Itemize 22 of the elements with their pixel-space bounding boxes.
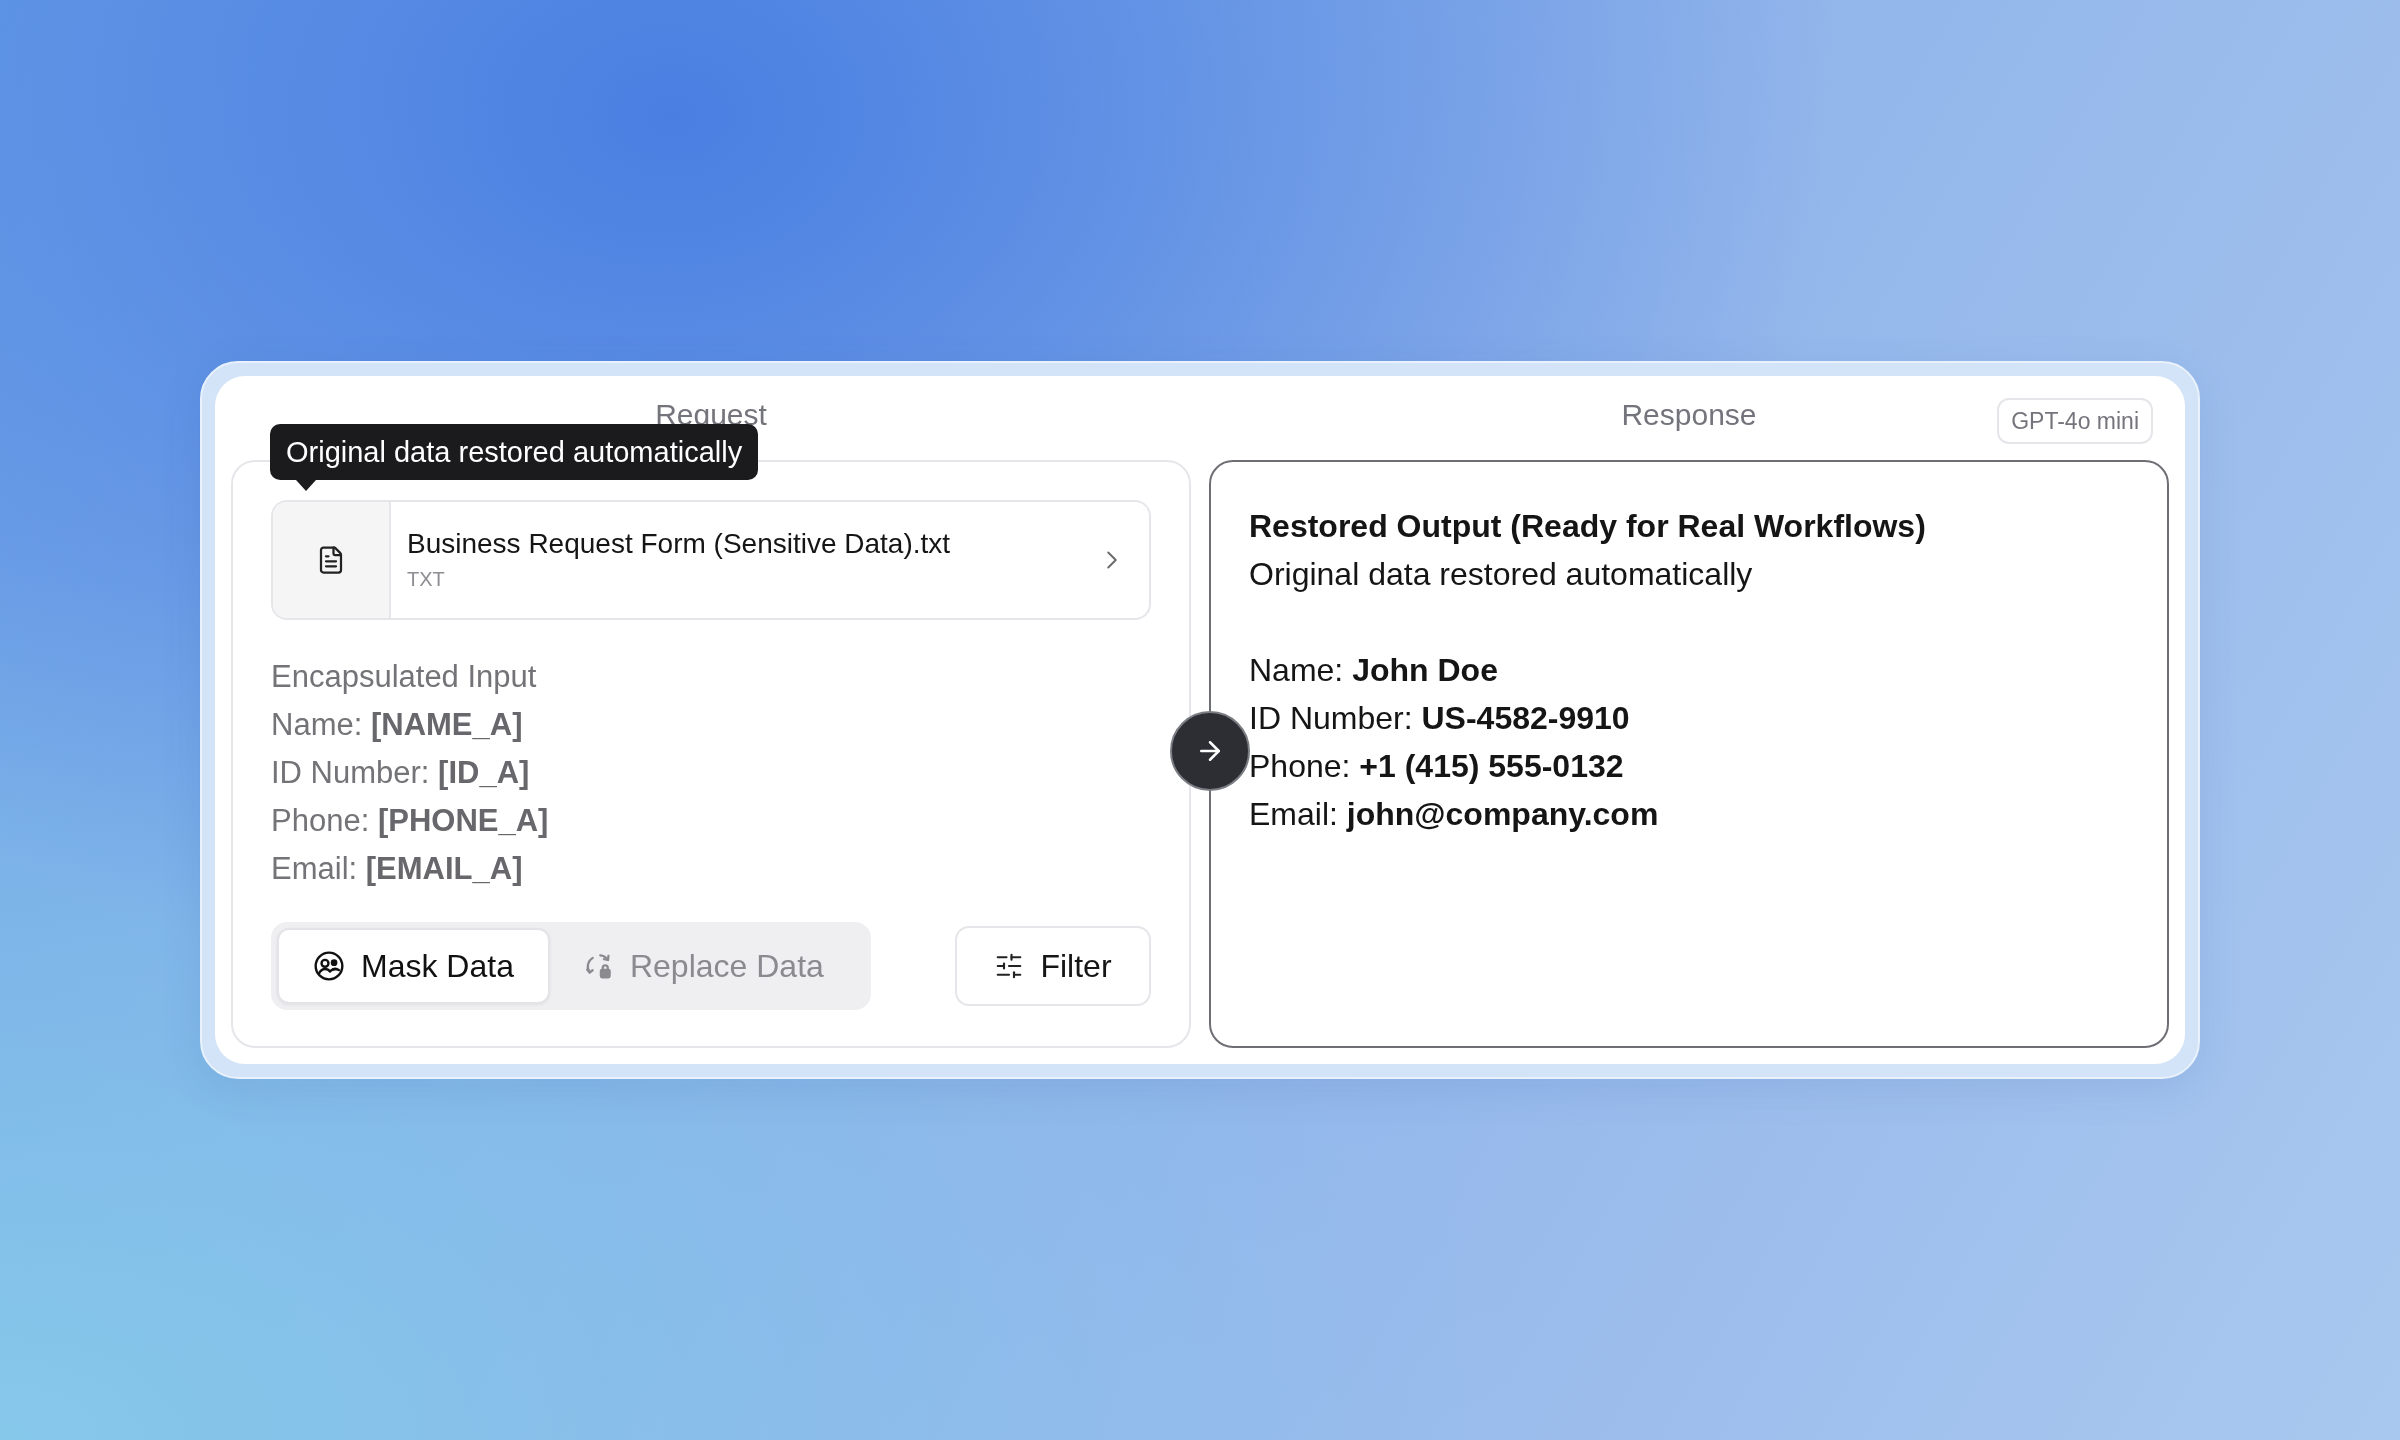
masked-field-line: Email: [EMAIL_A]	[271, 850, 524, 888]
tooltip-pointer-icon	[296, 480, 316, 491]
masked-field-line: Name: [NAME_A]	[271, 706, 524, 744]
restored-field-line: Email: john@company.com	[1249, 795, 1660, 834]
filter-button[interactable]: Filter	[955, 926, 1151, 1006]
file-attachment[interactable]: Business Request Form (Sensitive Data).txt TXT	[271, 500, 1151, 620]
input-heading: Encapsulated Input	[271, 658, 538, 696]
restored-field-line: Name: John Doe	[1249, 651, 1499, 690]
mask-face-icon	[313, 950, 345, 982]
response-heading: Restored Output (Ready for Real Workflows)	[1249, 507, 1927, 546]
file-name: Business Request Form (Sensitive Data).txt	[407, 527, 952, 561]
restored-field-line: ID Number: US-4582-9910	[1249, 699, 1631, 738]
restored-field-line: Phone: +1 (415) 555-0132	[1249, 747, 1625, 786]
response-subheading: Original data restored automatically	[1249, 555, 1754, 594]
masked-field-line: ID Number: [ID_A]	[271, 754, 531, 792]
refresh-lock-icon	[583, 951, 614, 981]
model-badge: GPT-4o mini	[1997, 398, 2153, 444]
masked-field-line: Phone: [PHONE_A]	[271, 802, 550, 840]
response-title: Response	[1621, 397, 1757, 433]
tooltip: Original data restored automatically	[270, 424, 759, 480]
file-type: TXT	[407, 567, 446, 592]
mode-tab[interactable]: Mask Data	[277, 928, 550, 1004]
